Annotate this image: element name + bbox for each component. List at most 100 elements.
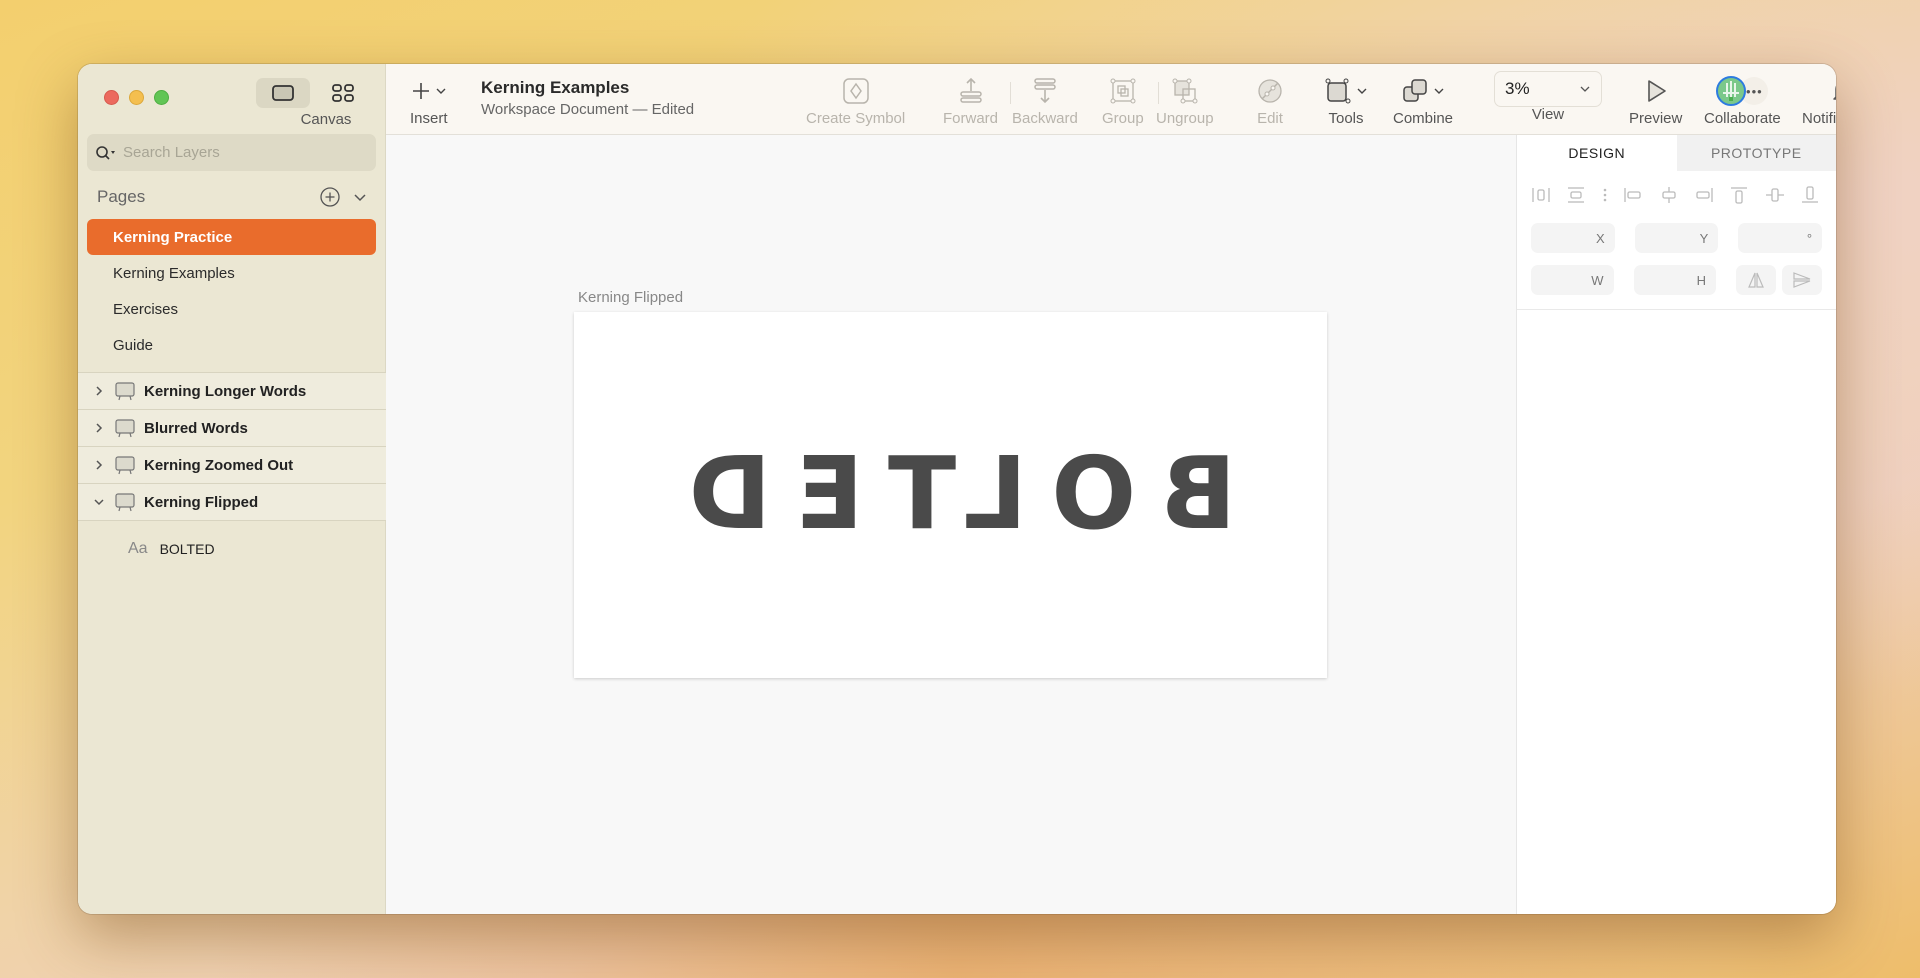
- app-window: Canvas Pages: [78, 64, 1836, 914]
- layer-row-kerning-longer-words[interactable]: Kerning Longer Words: [78, 373, 386, 410]
- artboard-icon: [115, 419, 135, 438]
- align-top-icon[interactable]: [1729, 186, 1749, 204]
- edit-button[interactable]: Edit: [1256, 64, 1284, 135]
- flip-horizontal-button[interactable]: [1736, 265, 1776, 295]
- y-field-label: Y: [1699, 230, 1709, 246]
- flipped-text-layer[interactable]: BOLTED: [574, 435, 1327, 552]
- chevron-right-icon[interactable]: [95, 385, 103, 397]
- group-button[interactable]: Group: [1102, 64, 1144, 135]
- send-backward-button[interactable]: Backward: [1012, 64, 1078, 135]
- close-window-button[interactable]: [104, 90, 119, 105]
- artboard-icon: [115, 493, 135, 512]
- add-page-icon[interactable]: [319, 186, 341, 208]
- distribute-vertical-icon[interactable]: [1566, 186, 1586, 204]
- w-field-label: W: [1591, 272, 1604, 288]
- x-position-field[interactable]: X: [1531, 223, 1615, 253]
- artboard-title[interactable]: Kerning Flipped: [578, 289, 683, 306]
- align-vertical-center-icon[interactable]: [1765, 186, 1785, 204]
- search-layers-input[interactable]: [123, 144, 363, 161]
- layer-row-blurred-words[interactable]: Blurred Words: [78, 410, 386, 447]
- chevron-right-icon[interactable]: [95, 422, 103, 434]
- page-item-exercises[interactable]: Exercises: [87, 291, 376, 327]
- more-distribute-icon[interactable]: [1602, 186, 1608, 204]
- layer-row-kerning-flipped[interactable]: Kerning Flipped: [78, 484, 386, 521]
- collaborator-avatar[interactable]: [1716, 76, 1747, 106]
- page-list: Kerning Practice Kerning Examples Exerci…: [87, 219, 376, 363]
- chevron-right-icon[interactable]: [95, 459, 103, 471]
- zoom-level-value: 3%: [1505, 79, 1530, 98]
- height-field[interactable]: H: [1633, 265, 1716, 295]
- rotation-field[interactable]: °: [1738, 223, 1823, 253]
- chevron-down-icon: [1580, 86, 1590, 92]
- pages-title: Pages: [97, 187, 146, 206]
- alignment-toolbar: [1517, 175, 1836, 215]
- inspector-tabs: DESIGN PROTOTYPE: [1517, 135, 1836, 171]
- page-item-label: Kerning Examples: [113, 264, 235, 282]
- tools-menu-button[interactable]: Tools: [1324, 64, 1368, 135]
- ungroup-button[interactable]: Ungroup: [1156, 64, 1214, 135]
- page-item-label: Exercises: [113, 300, 179, 318]
- notifications-button[interactable]: 1 Notifications: [1802, 64, 1836, 135]
- align-left-icon[interactable]: [1623, 186, 1643, 204]
- view-label: View: [1531, 106, 1565, 123]
- page-item-kerning-examples[interactable]: Kerning Examples: [87, 255, 376, 291]
- insert-button[interactable]: Insert: [410, 64, 448, 135]
- ungroup-label: Ungroup: [1156, 110, 1214, 127]
- search-layers-field[interactable]: [87, 134, 376, 171]
- tab-prototype[interactable]: PROTOTYPE: [1676, 135, 1836, 171]
- layer-row-kerning-zoomed-out[interactable]: Kerning Zoomed Out: [78, 447, 386, 484]
- ungroup-icon: [1172, 78, 1198, 104]
- canvas-label: Canvas: [300, 111, 352, 128]
- bring-forward-button[interactable]: Forward: [943, 64, 998, 135]
- single-canvas-view-button[interactable]: [256, 78, 310, 108]
- pages-header: Pages: [97, 184, 367, 210]
- page-item-label: Kerning Practice: [113, 228, 233, 246]
- chevron-down-icon[interactable]: [93, 498, 105, 506]
- minimize-window-button[interactable]: [129, 90, 144, 105]
- artboard-kerning-flipped[interactable]: BOLTED: [574, 312, 1327, 678]
- zoom-level-select[interactable]: 3%: [1494, 71, 1602, 107]
- inspector-panel: DESIGN PROTOTYPE X Y ° W H: [1516, 135, 1836, 914]
- combine-icon: [1403, 79, 1427, 102]
- x-field-label: X: [1596, 230, 1605, 246]
- zoom-level-dropdown[interactable]: 3% View: [1494, 64, 1602, 135]
- text-layer-icon: Aa: [128, 540, 148, 557]
- layer-label: BOLTED: [159, 541, 215, 557]
- page-item-label: Guide: [113, 336, 154, 354]
- page-item-guide[interactable]: Guide: [87, 327, 376, 363]
- artboard-icon: [115, 456, 135, 475]
- notifications-label: Notifications: [1802, 110, 1836, 127]
- layer-row-bolted-text[interactable]: Aa BOLTED: [78, 521, 386, 577]
- zoom-window-button[interactable]: [154, 90, 169, 105]
- toolbar: Insert Kerning Examples Workspace Docume…: [386, 64, 1836, 135]
- layer-label: Kerning Flipped: [144, 493, 259, 511]
- collapse-pages-chevron-icon[interactable]: [353, 192, 367, 202]
- align-horizontal-center-icon[interactable]: [1659, 186, 1679, 204]
- toolbar-separator: [1010, 82, 1011, 104]
- combine-label: Combine: [1393, 110, 1454, 127]
- canvas-area[interactable]: Kerning Flipped BOLTED: [386, 135, 1516, 914]
- preview-button[interactable]: Preview: [1629, 64, 1682, 135]
- distribute-horizontal-icon[interactable]: [1531, 186, 1551, 204]
- tools-label: Tools: [1328, 110, 1364, 127]
- page-item-kerning-practice[interactable]: Kerning Practice: [87, 219, 376, 255]
- tools-icon: [1325, 78, 1351, 104]
- collaborate-button[interactable]: ••• Collaborate: [1704, 64, 1781, 135]
- flip-vertical-button[interactable]: [1782, 265, 1822, 295]
- plus-icon: [412, 83, 429, 99]
- position-fields: X Y °: [1517, 223, 1836, 253]
- width-field[interactable]: W: [1531, 265, 1614, 295]
- send-backward-icon: [1034, 78, 1056, 104]
- combine-menu-button[interactable]: Combine: [1393, 64, 1453, 135]
- grid-view-button[interactable]: [316, 78, 370, 108]
- inspector-divider: [1517, 309, 1836, 310]
- bell-icon: [1833, 85, 1836, 100]
- y-position-field[interactable]: Y: [1634, 223, 1719, 253]
- create-symbol-button[interactable]: Create Symbol: [806, 64, 905, 135]
- align-bottom-icon[interactable]: [1800, 186, 1820, 204]
- tab-design[interactable]: DESIGN: [1517, 135, 1677, 171]
- layer-list: Kerning Longer Words Blurred Words Kerni…: [78, 372, 386, 577]
- align-right-icon[interactable]: [1694, 186, 1714, 204]
- forward-label: Forward: [943, 110, 999, 127]
- rotation-field-label: °: [1806, 230, 1813, 246]
